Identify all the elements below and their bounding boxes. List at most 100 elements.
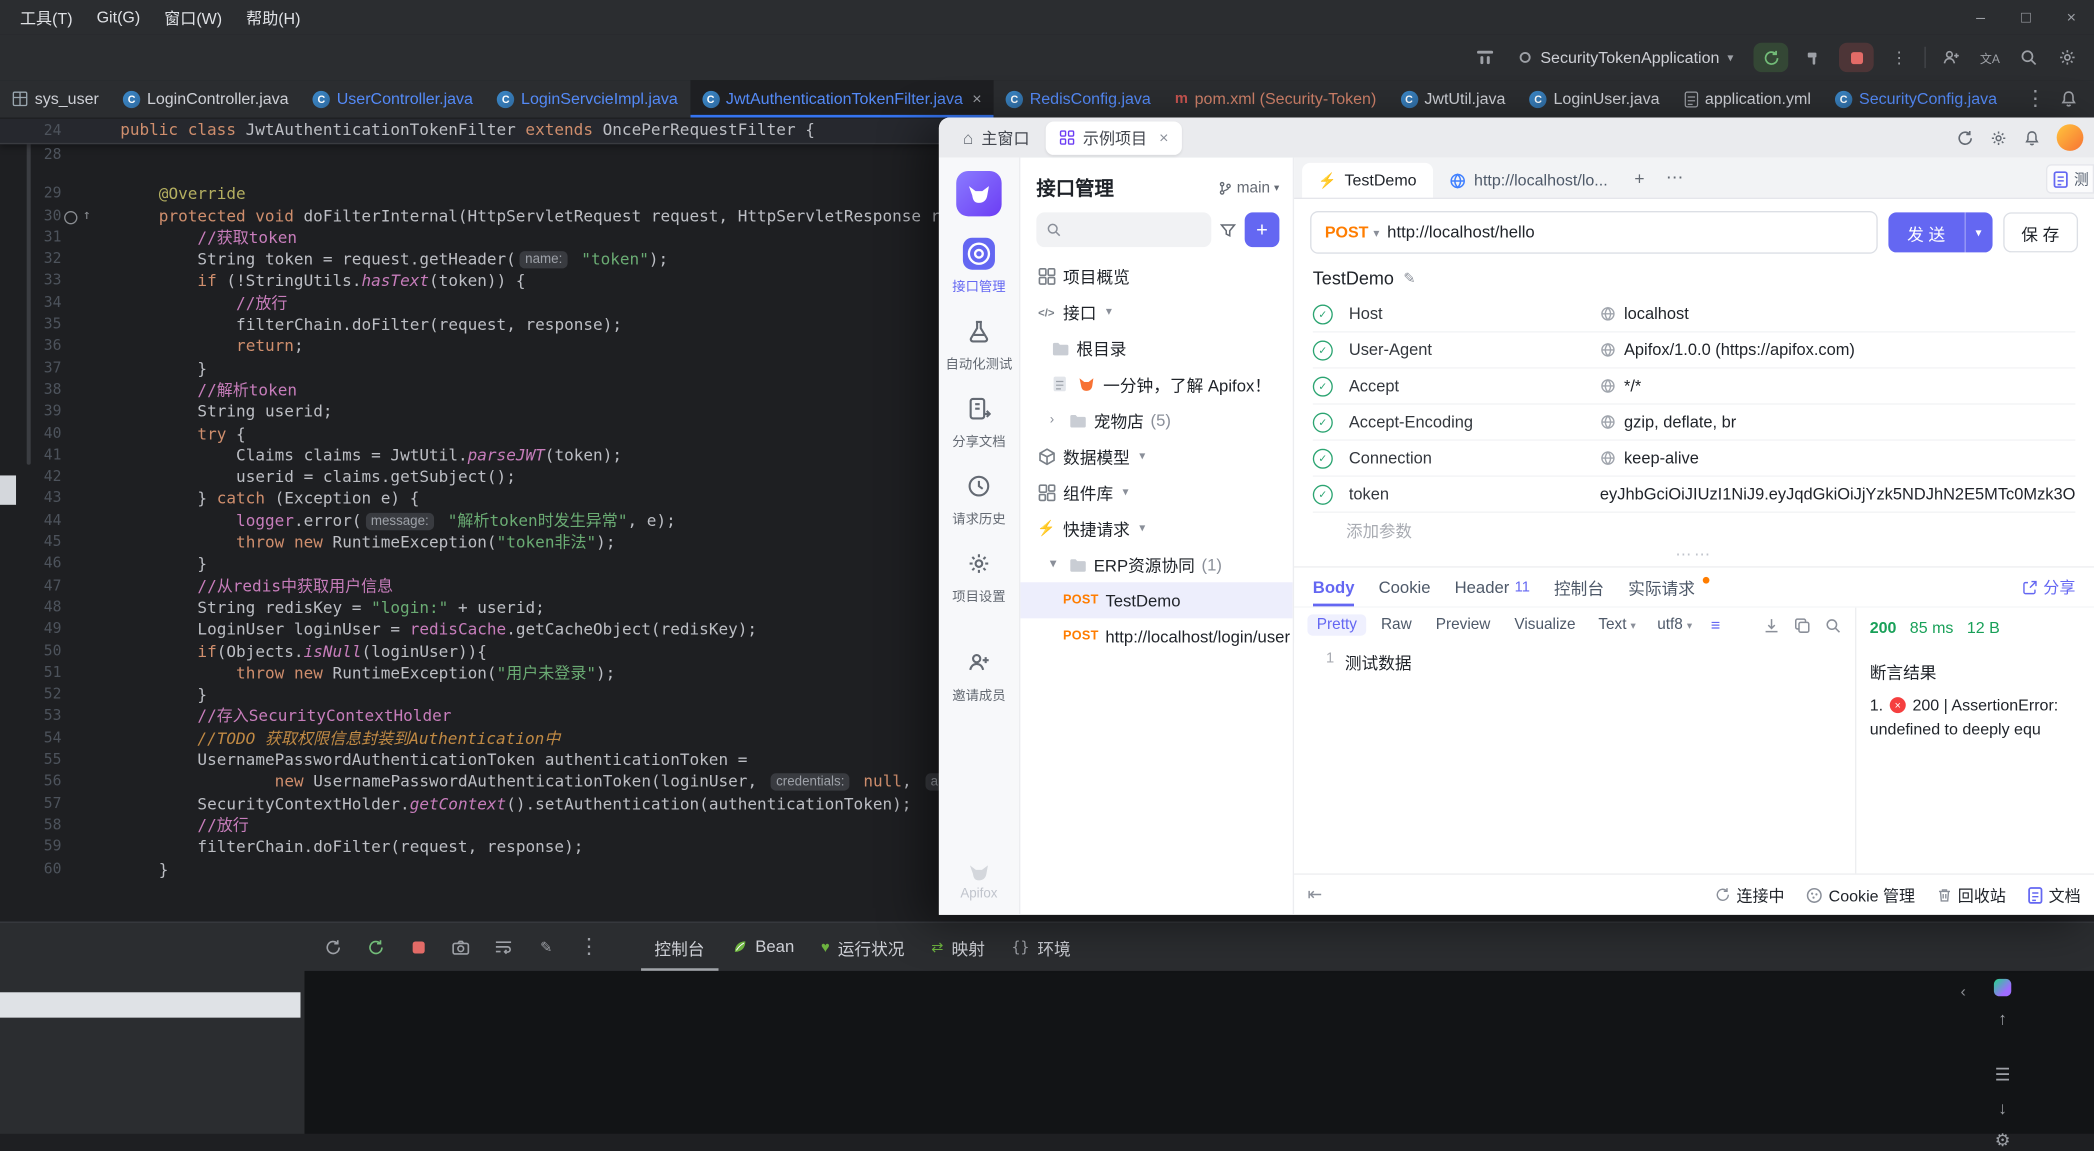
gutter[interactable]	[61, 144, 120, 166]
url-input[interactable]: http://localhost/hello	[1387, 223, 1535, 242]
editor-tab[interactable]: C UserController.java	[301, 80, 485, 117]
send-button[interactable]: 发 送 ▾	[1888, 212, 1992, 253]
line-number[interactable]: 35	[0, 314, 62, 336]
nav-item-邀请成员[interactable]: 邀请成员	[939, 646, 1019, 704]
gutter[interactable]	[61, 619, 120, 641]
ai-assistant-icon[interactable]	[1993, 978, 2012, 997]
header-value[interactable]: keep-alive	[1600, 449, 2075, 467]
notifications-bell-icon[interactable]	[2059, 89, 2078, 108]
gutter[interactable]	[61, 423, 120, 445]
gutter[interactable]	[61, 357, 120, 379]
line-number[interactable]: 47	[0, 575, 62, 597]
search-everywhere-icon[interactable]	[2015, 44, 2042, 71]
line-number[interactable]: 36	[0, 336, 62, 358]
gutter[interactable]	[61, 597, 120, 619]
header-row[interactable]: ✓ Accept-Encoding gzip, deflate, br	[1312, 405, 2076, 441]
line-number[interactable]: 38	[0, 379, 62, 401]
tab-list-icon[interactable]: ⋮	[2025, 85, 2046, 112]
tab-more-icon[interactable]: ⋯	[1655, 167, 1694, 188]
more-actions-icon[interactable]: ⋮	[1886, 44, 1913, 71]
save-button[interactable]: 保 存	[2002, 212, 2079, 253]
line-number[interactable]: 29	[0, 183, 62, 205]
tool-tab-环境[interactable]: {} 环境	[998, 923, 1084, 971]
gutter[interactable]	[61, 836, 120, 858]
download-icon[interactable]	[1763, 616, 1780, 633]
collapse-sidebar-icon[interactable]: ⇤	[1307, 884, 1322, 905]
line-number[interactable]: 45	[0, 532, 62, 554]
more-options-icon[interactable]: ⋮	[577, 935, 601, 959]
select-utf8[interactable]: utf8 ▾	[1649, 614, 1700, 635]
gutter[interactable]	[61, 314, 120, 336]
request-tab[interactable]: ⚡ TestDemo	[1302, 162, 1433, 198]
tool-tab-运行状况[interactable]: ♥ 运行状况	[808, 923, 918, 971]
tool-tab-控制台[interactable]: 控制台	[641, 923, 718, 971]
chevron-left-icon[interactable]: ‹	[1961, 982, 1966, 1001]
header-value[interactable]: gzip, deflate, br	[1600, 413, 2075, 431]
method-select[interactable]: POST ▾	[1311, 223, 1387, 242]
gutter[interactable]	[61, 445, 120, 467]
line-number[interactable]: 51	[0, 662, 62, 684]
line-number[interactable]: 44	[0, 510, 62, 532]
menu-git[interactable]: Git(G)	[85, 4, 153, 31]
line-number[interactable]: 58	[0, 815, 62, 837]
gutter[interactable]	[61, 336, 120, 358]
gutter[interactable]	[61, 118, 120, 143]
line-number[interactable]: 56	[0, 771, 62, 793]
tree-item[interactable]: POST http://localhost/login/user	[1020, 618, 1292, 654]
footer-文档[interactable]: 文档	[2027, 883, 2081, 906]
project-widget-icon[interactable]	[1472, 44, 1499, 71]
nav-item-自动化测试[interactable]: 自动化测试	[939, 315, 1019, 373]
check-circle-icon[interactable]: ✓	[1312, 375, 1333, 396]
gutter[interactable]	[61, 249, 120, 271]
line-numbers-toggle[interactable]: ≡	[1706, 616, 1726, 635]
header-value[interactable]: localhost	[1600, 304, 2075, 323]
header-row[interactable]: ✓ token eyJhbGciOiJIUzI1NiJ9.eyJqdGkiOiJjY…	[1312, 477, 2076, 513]
gutter[interactable]	[61, 727, 120, 749]
gutter[interactable]	[61, 793, 120, 815]
line-number[interactable]: 60	[0, 858, 62, 880]
gutter[interactable]	[61, 771, 120, 793]
nav-item-接口管理[interactable]: 接口管理	[939, 237, 1019, 295]
console-output[interactable]: ‹ ↑ ☰ ↓ ⚙	[304, 970, 2094, 1150]
tree-item[interactable]: ⚡ 快捷请求 ▾	[1020, 510, 1292, 546]
search-icon[interactable]	[1824, 616, 1841, 633]
editor-tab[interactable]: application.yml	[1672, 80, 1823, 117]
view-mode-Pretty[interactable]: Pretty	[1307, 614, 1367, 636]
line-number[interactable]: 52	[0, 684, 62, 706]
tree-item[interactable]: › 宠物店 (5)	[1020, 402, 1292, 438]
view-mode-Raw[interactable]: Raw	[1372, 614, 1421, 635]
header-value[interactable]: */*	[1600, 377, 2075, 395]
url-bar[interactable]: POST ▾ http://localhost/hello	[1310, 211, 1878, 254]
gutter[interactable]	[61, 183, 120, 205]
check-circle-icon[interactable]: ✓	[1312, 303, 1333, 324]
view-mode-Preview[interactable]: Preview	[1426, 614, 1499, 635]
header-row[interactable]: ✓ User-Agent Apifox/1.0.0 (https://apifox.…	[1312, 333, 2076, 369]
menu-window[interactable]: 窗口(W)	[152, 2, 234, 33]
line-number[interactable]: 32	[0, 249, 62, 271]
rerun-icon[interactable]	[321, 935, 345, 959]
gutter[interactable]	[61, 510, 120, 532]
gutter[interactable]	[61, 227, 120, 249]
tree-item[interactable]: 组件库 ▾	[1020, 474, 1292, 510]
maximize-button[interactable]: □	[2003, 8, 2048, 27]
tree-item[interactable]: 一分钟，了解 Apifox！	[1020, 366, 1292, 402]
response-body[interactable]: 1 测试数据	[1294, 642, 1856, 874]
gutter[interactable]	[61, 749, 120, 771]
env-corner-tag[interactable]: 测	[2045, 164, 2094, 194]
editor-tab[interactable]: sys_user	[0, 80, 111, 117]
nav-item-项目设置[interactable]: 项目设置	[939, 548, 1019, 605]
close-tab-icon[interactable]: ×	[972, 89, 981, 108]
editor-tab[interactable]: C LoginServcieImpl.java	[485, 80, 690, 117]
line-number[interactable]: 41	[0, 445, 62, 467]
line-number[interactable]: 30	[0, 205, 62, 227]
translate-icon[interactable]: 文A	[1977, 44, 2004, 71]
expander-icon[interactable]: ▾	[1050, 557, 1061, 572]
response-tab-控制台[interactable]: 控制台	[1554, 568, 1604, 607]
line-number[interactable]: 37	[0, 357, 62, 379]
search-input[interactable]	[1036, 212, 1212, 248]
tree-item[interactable]: 项目概览	[1020, 258, 1292, 294]
rerun-button[interactable]	[1753, 42, 1789, 73]
editor-tab[interactable]: C SecurityConfig.java	[1823, 80, 2009, 117]
view-mode-Visualize[interactable]: Visualize	[1505, 614, 1585, 635]
editor-tab[interactable]: C LoginUser.java	[1517, 80, 1671, 117]
